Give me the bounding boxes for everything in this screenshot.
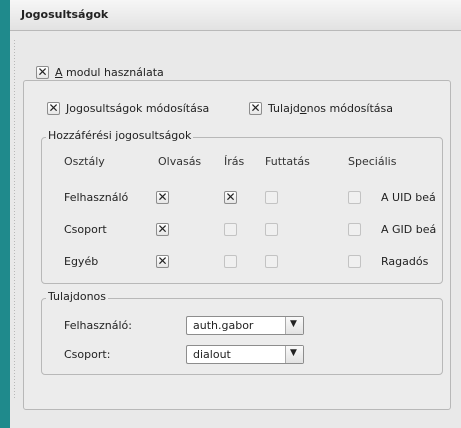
row-label-group: Csoport bbox=[64, 223, 107, 236]
check-mark-icon: ✕ bbox=[157, 254, 168, 268]
check-mark-icon: ✕ bbox=[48, 101, 59, 115]
other-special-checkbox[interactable] bbox=[348, 255, 361, 268]
modify-permissions-label[interactable]: Jogosultságok módosítása bbox=[66, 102, 209, 115]
dropdown-button[interactable]: ▼ bbox=[285, 346, 303, 363]
access-rights-legend: Hozzáférési jogosultságok bbox=[46, 129, 194, 142]
column-header-exec: Futtatás bbox=[265, 155, 310, 168]
group-write-checkbox[interactable] bbox=[224, 223, 237, 236]
owner-user-combo[interactable]: auth.gabor ▼ bbox=[186, 316, 304, 335]
check-mark-icon: ✕ bbox=[157, 222, 168, 236]
owner-legend: Tulajdonos bbox=[46, 290, 109, 303]
group-special-checkbox[interactable] bbox=[348, 223, 361, 236]
modify-owner-checkbox[interactable]: ✕ bbox=[249, 101, 262, 115]
column-header-special: Speciális bbox=[348, 155, 397, 168]
row-label-user: Felhasználó bbox=[64, 191, 129, 204]
owner-user-label: Felhasználó: bbox=[64, 319, 132, 332]
other-read-checkbox[interactable]: ✕ bbox=[156, 254, 169, 268]
check-mark-icon: ✕ bbox=[37, 65, 48, 79]
owner-group-combo[interactable]: dialout ▼ bbox=[186, 345, 304, 364]
dropdown-button[interactable]: ▼ bbox=[285, 317, 303, 334]
check-mark-icon: ✕ bbox=[250, 101, 261, 115]
check-mark-icon: ✕ bbox=[157, 190, 168, 204]
group-read-checkbox[interactable]: ✕ bbox=[156, 222, 169, 236]
column-header-write: Írás bbox=[224, 155, 245, 168]
user-exec-checkbox[interactable] bbox=[265, 191, 278, 204]
other-write-checkbox[interactable] bbox=[224, 255, 237, 268]
column-header-class: Osztály bbox=[64, 155, 105, 168]
row-label-other: Egyéb bbox=[64, 255, 99, 268]
chevron-down-icon: ▼ bbox=[290, 319, 297, 329]
user-write-checkbox[interactable]: ✕ bbox=[224, 190, 237, 204]
page-title: Jogosultságok bbox=[21, 8, 109, 21]
special-label-sticky: Ragadós bbox=[381, 255, 429, 268]
check-mark-icon: ✕ bbox=[225, 190, 236, 204]
other-exec-checkbox[interactable] bbox=[265, 255, 278, 268]
user-read-checkbox[interactable]: ✕ bbox=[156, 190, 169, 204]
modify-permissions-checkbox[interactable]: ✕ bbox=[47, 101, 60, 115]
enable-module-checkbox[interactable]: ✕ bbox=[36, 65, 49, 79]
owner-group-value: dialout bbox=[193, 348, 231, 361]
special-label-gid: A GID beá bbox=[381, 223, 437, 236]
chevron-down-icon: ▼ bbox=[290, 348, 297, 358]
group-exec-checkbox[interactable] bbox=[265, 223, 278, 236]
owner-user-value: auth.gabor bbox=[193, 319, 254, 332]
user-special-checkbox[interactable] bbox=[348, 191, 361, 204]
enable-module-label[interactable]: A modul használata bbox=[55, 66, 164, 79]
owner-group-label: Csoport: bbox=[64, 348, 111, 361]
special-label-uid: A UID beá bbox=[381, 191, 436, 204]
divider bbox=[14, 40, 15, 400]
title-bar: Jogosultságok bbox=[10, 0, 461, 31]
modify-owner-label[interactable]: Tulajdonos módosítása bbox=[268, 102, 393, 115]
column-header-read: Olvasás bbox=[158, 155, 202, 168]
